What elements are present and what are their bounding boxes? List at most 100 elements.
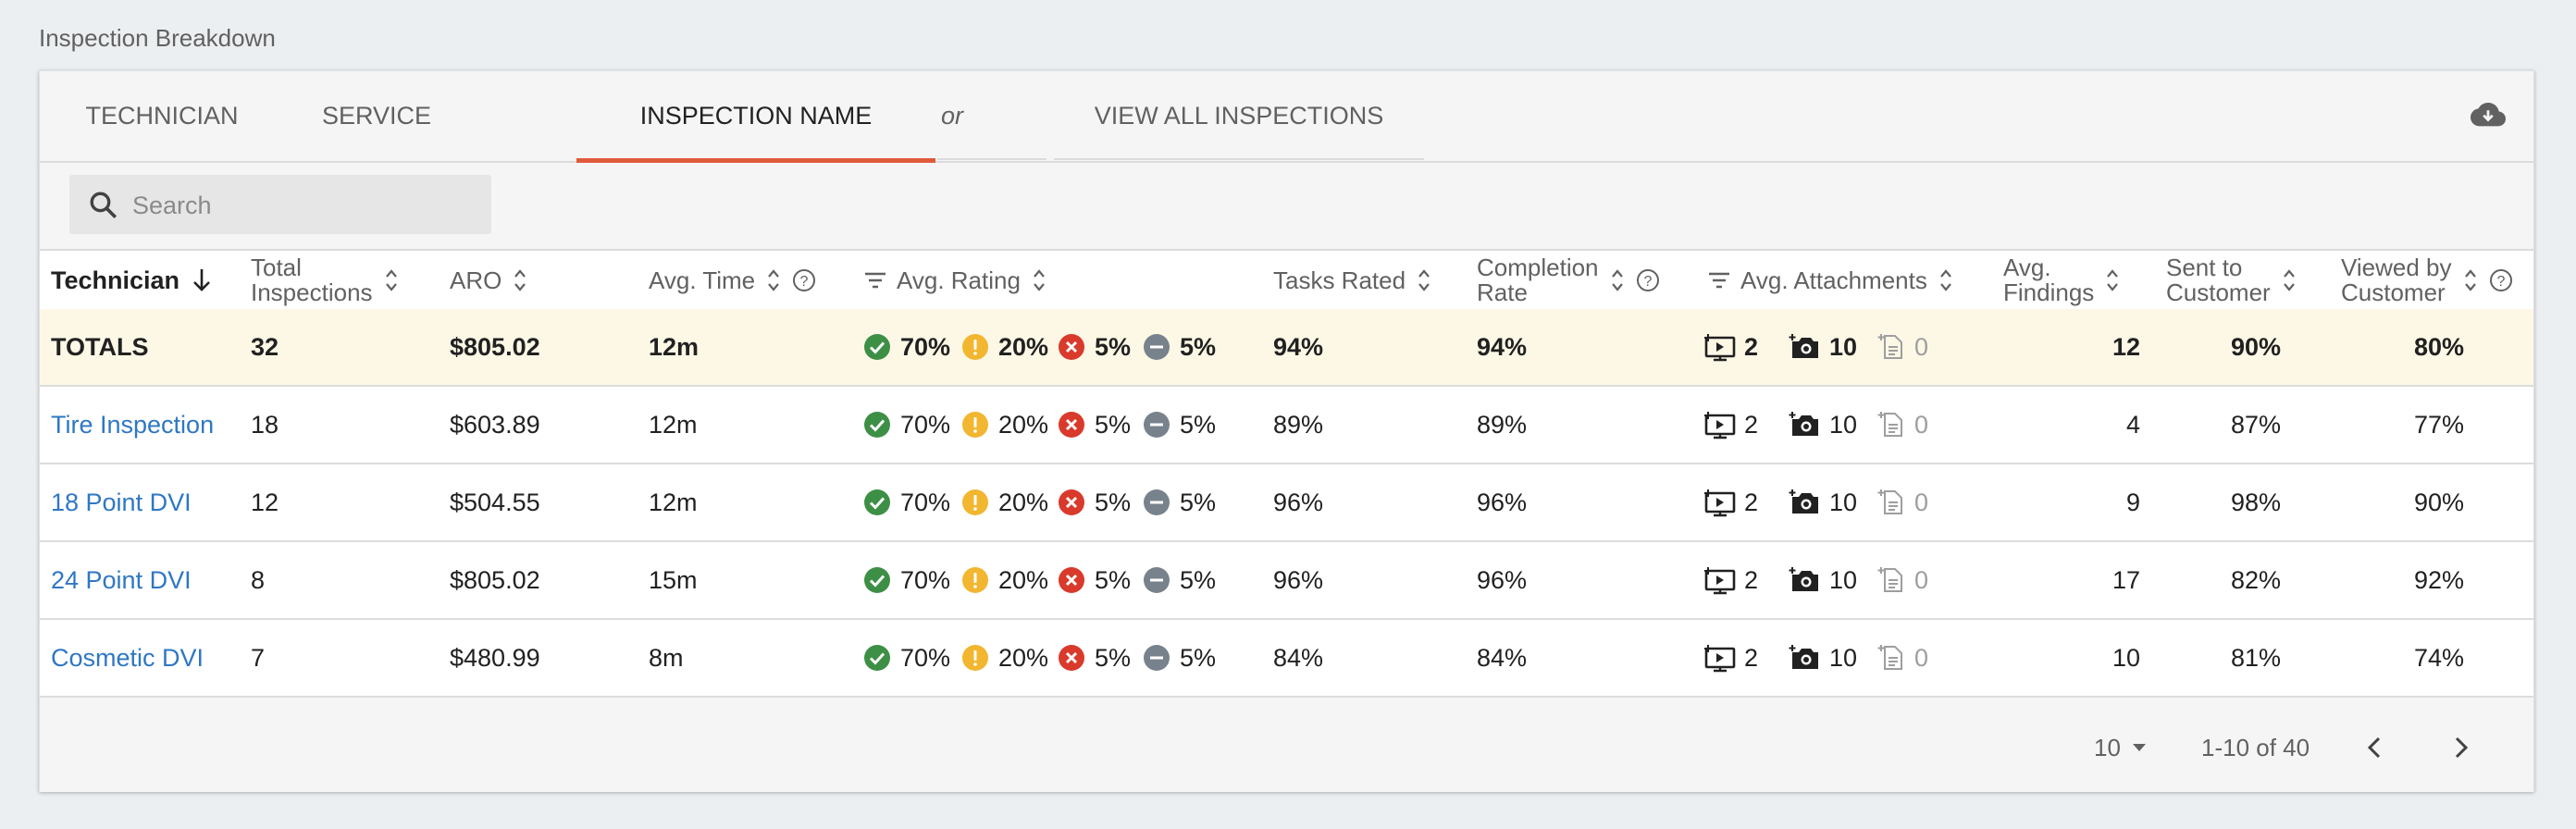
minus-circle-icon — [1144, 645, 1170, 671]
avg-attachments-cell: 2 10 0 — [1703, 464, 1928, 540]
rating-good-value: 70% — [900, 488, 951, 516]
document-attachments: 0 — [1877, 643, 1928, 673]
warning-circle-icon — [962, 334, 988, 360]
warning-circle-icon — [962, 412, 988, 438]
viewed-by-customer-cell: 90% — [2413, 489, 2464, 516]
column-header-avg-time[interactable]: Avg. Time ? — [649, 251, 816, 310]
video-attachment-icon — [1704, 645, 1736, 673]
rating-bad-value: 5% — [1095, 565, 1132, 594]
document-attachment-icon — [1877, 567, 1902, 592]
error-circle-icon — [1059, 645, 1084, 671]
help-icon[interactable]: ? — [1636, 268, 1660, 292]
inspection-breakdown-card: TECHNICIAN SERVICE WRITER INSPECTION NAM… — [39, 70, 2534, 792]
header-line: Customer — [2341, 278, 2446, 306]
photo-count: 10 — [1829, 410, 1858, 439]
rating-na: 5% — [1143, 644, 1216, 673]
sent-to-customer-cell: 87% — [2230, 411, 2281, 439]
camera-attachment-icon — [1789, 645, 1818, 669]
rating-warn: 20% — [961, 411, 1058, 439]
error-circle-icon — [1059, 567, 1084, 593]
completion-rate-cell: 96% — [1477, 489, 1528, 516]
table-header: Technician Total Inspections ARO Avg. Ti… — [40, 249, 2533, 312]
rows-per-page-select[interactable]: 10 — [2094, 703, 2149, 792]
tab-technician[interactable]: TECHNICIAN — [40, 71, 284, 161]
column-header-label: Avg. Rating — [897, 266, 1021, 294]
rows-per-page-value: 10 — [2094, 733, 2121, 761]
inspection-name-link[interactable]: 24 Point DVI — [51, 542, 192, 618]
camera-attachment-icon — [1789, 412, 1818, 436]
column-header-label: Completion Rate — [1477, 255, 1599, 305]
avg-findings-cell: 12 — [2112, 333, 2140, 361]
avg-time-cell: 12m — [649, 411, 698, 439]
column-header-total-inspections[interactable]: Total Inspections — [251, 251, 399, 310]
rating-good-value: 70% — [900, 565, 951, 594]
column-header-avg-rating[interactable]: Avg. Rating — [863, 251, 1046, 310]
header-line: Rate — [1477, 278, 1528, 306]
warning-circle-icon — [962, 567, 988, 593]
rating-bad-value: 5% — [1095, 410, 1132, 439]
document-attachment-icon — [1877, 489, 1902, 514]
filter-icon[interactable] — [863, 271, 887, 290]
cloud-download-icon[interactable] — [2471, 101, 2506, 129]
sent-to-customer-cell: 82% — [2230, 566, 2281, 594]
document-count: 0 — [1914, 643, 1929, 672]
minus-circle-icon — [1144, 489, 1170, 515]
column-header-viewed-by-customer[interactable]: Viewed by Customer ? — [2341, 251, 2513, 310]
tab-divider — [937, 158, 1046, 160]
column-header-technician[interactable]: Technician — [51, 251, 213, 310]
photo-attachments: 10 — [1789, 643, 1877, 673]
inspection-name-link[interactable]: Tire Inspection — [51, 387, 214, 463]
inspection-name-link[interactable]: 18 Point DVI — [51, 464, 192, 540]
error-circle-icon — [1059, 489, 1084, 515]
video-attachment-icon — [1704, 567, 1736, 595]
check-circle-icon — [864, 567, 890, 593]
rating-warn: 20% — [961, 333, 1058, 362]
completion-rate-cell: 94% — [1477, 333, 1528, 361]
document-count: 0 — [1914, 410, 1929, 439]
document-attachments: 0 — [1877, 565, 1928, 595]
avg-attachments-cell: 2 10 0 — [1703, 542, 1928, 618]
video-count: 2 — [1744, 488, 1759, 516]
rating-bad: 5% — [1058, 333, 1143, 362]
totals-label: TOTALS — [51, 333, 149, 361]
column-header-tasks-rated[interactable]: Tasks Rated — [1273, 251, 1431, 310]
avg-time-cell: 12m — [649, 489, 698, 516]
column-header-label: Avg. Attachments — [1740, 266, 1927, 294]
help-icon[interactable]: ? — [2489, 268, 2513, 292]
avg-attachments-cell: 2 10 0 — [1703, 620, 1928, 696]
search-input[interactable] — [130, 175, 477, 236]
column-header-sent-to-customer[interactable]: Sent to Customer — [2166, 251, 2297, 310]
tab-view-all-label: VIEW ALL INSPECTIONS — [1094, 102, 1384, 130]
total-inspections-cell: 12 — [251, 489, 279, 516]
document-attachments: 0 — [1877, 410, 1928, 439]
video-attachments: 2 — [1703, 332, 1789, 362]
header-line: Customer — [2166, 278, 2271, 306]
sort-icon — [2107, 269, 2119, 291]
rating-good-value: 70% — [900, 332, 951, 361]
column-header-aro[interactable]: ARO — [450, 251, 527, 310]
tab-view-all-inspections[interactable]: VIEW ALL INSPECTIONS — [1054, 71, 1424, 161]
check-circle-icon — [864, 412, 890, 438]
rating-na-value: 5% — [1180, 488, 1217, 516]
minus-circle-icon — [1144, 334, 1170, 360]
filter-icon[interactable] — [1707, 271, 1731, 290]
check-circle-icon — [864, 645, 890, 671]
inspection-name-link[interactable]: Cosmetic DVI — [51, 620, 204, 696]
rating-warn: 20% — [961, 644, 1058, 673]
column-header-label: Sent to Customer — [2166, 255, 2271, 305]
help-icon[interactable]: ? — [792, 268, 816, 292]
sort-icon — [1034, 269, 1045, 291]
chevron-right-icon[interactable] — [2446, 733, 2475, 762]
column-header-avg-findings[interactable]: Avg. Findings — [2003, 251, 2120, 310]
rating-bad: 5% — [1058, 644, 1143, 673]
chevron-left-icon[interactable] — [2360, 733, 2390, 762]
tab-inspection-name[interactable]: INSPECTION NAME — [576, 71, 935, 163]
tasks-rated-cell: 84% — [1273, 644, 1324, 672]
video-attachments: 2 — [1703, 488, 1789, 517]
column-header-completion-rate[interactable]: Completion Rate ? — [1477, 251, 1660, 310]
rating-warn-value: 20% — [998, 643, 1049, 672]
avg-rating-cell: 70% 20% 5% 5% — [863, 542, 1216, 618]
total-inspections-cell: 7 — [251, 644, 266, 672]
tab-service-writer[interactable]: SERVICE WRITER — [284, 71, 469, 219]
column-header-avg-attachments[interactable]: Avg. Attachments — [1707, 251, 1953, 310]
